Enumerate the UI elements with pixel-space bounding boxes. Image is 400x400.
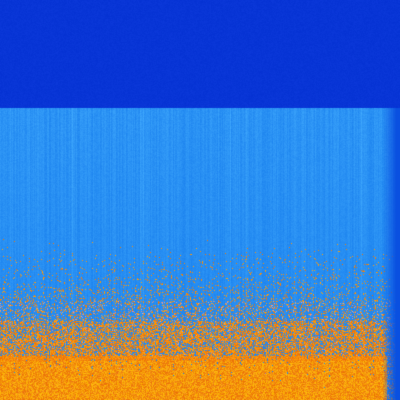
spectrogram-view [0, 0, 400, 400]
spectrogram-canvas [0, 0, 400, 400]
